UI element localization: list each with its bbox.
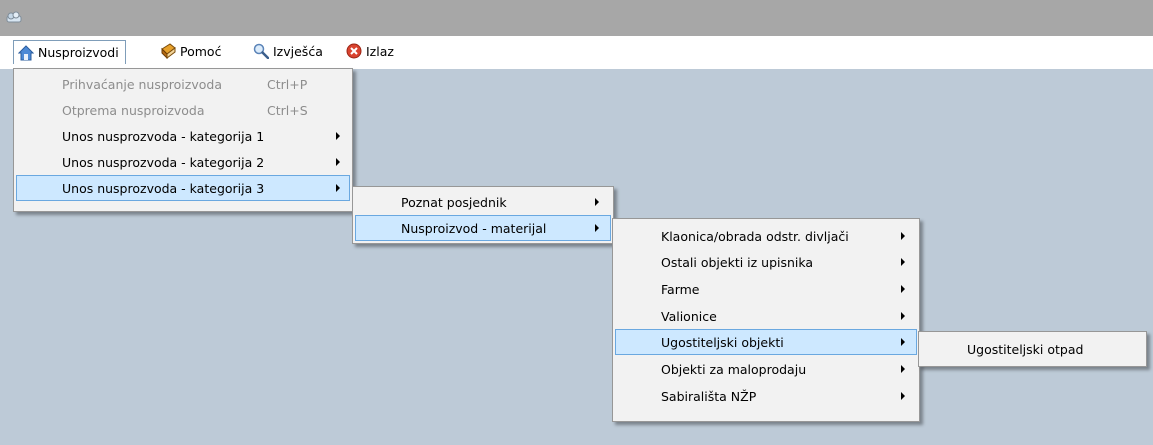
menu-item-valionice[interactable]: Valionice [615,303,917,329]
menu-item-label: Prihvaćanje nusproizvoda [62,76,222,92]
menu-item-klaonica[interactable]: Klaonica/obrada odstr. divljači [615,223,917,249]
menu-nusproizvodi-label: Nusproizvodi [38,45,119,60]
app-icon [6,11,22,23]
magnifier-icon [253,43,269,59]
menu-item-label: Ostali objekti iz upisnika [661,254,814,270]
ugostiteljski-objekti-submenu: Ugostiteljski otpad [918,331,1147,367]
book-icon [161,43,176,59]
menu-item-label: Nusproizvod - materijal [401,220,547,236]
menu-item-ostali-objekti[interactable]: Ostali objekti iz upisnika [615,249,917,275]
title-bar [0,0,1153,36]
kategorija-3-submenu: Poznat posjednik Nusproizvod - materijal [352,186,614,244]
menu-item-nusproizvod-materijal[interactable]: Nusproizvod - materijal [355,215,611,241]
menu-item-label: Klaonica/obrada odstr. divljači [661,228,849,244]
menu-item-label: Ugostiteljski objekti [661,334,784,350]
menu-izlaz[interactable]: Izlaz [342,40,400,62]
menu-item-label: Unos nusprozvoda - kategorija 3 [62,180,265,196]
menu-item-kategorija-1[interactable]: Unos nusprozvoda - kategorija 1 [16,123,350,149]
nusproizvodi-dropdown: Prihvaćanje nusproizvoda Ctrl+P Otprema … [13,68,353,212]
submenu-arrow-icon [595,198,599,206]
menu-bar: Nusproizvodi Pomoć Izvješća Izlaz [0,36,1153,69]
menu-item-ugostiteljski-otpad[interactable]: Ugostiteljski otpad [921,336,1144,362]
menu-pomoc[interactable]: Pomoć [156,40,227,62]
submenu-arrow-icon [901,232,905,240]
menu-izvjesca[interactable]: Izvješća [249,40,329,62]
menu-item-label: Otprema nusproizvoda [62,102,205,118]
submenu-arrow-icon [901,338,905,346]
menu-item-kategorija-3[interactable]: Unos nusprozvoda - kategorija 3 [16,175,350,201]
house-icon [18,44,34,60]
submenu-arrow-icon [595,224,599,232]
menu-item-label: Objekti za maloprodaju [661,361,807,377]
menu-item-prihvacanje[interactable]: Prihvaćanje nusproizvoda Ctrl+P [16,71,350,97]
submenu-arrow-icon [901,312,905,320]
menu-item-otprema[interactable]: Otprema nusproizvoda Ctrl+S [16,97,350,123]
menu-item-maloprodaja[interactable]: Objekti za maloprodaju [615,356,917,382]
menu-izvjesca-label: Izvješća [273,43,323,59]
submenu-arrow-icon [901,285,905,293]
menu-item-label: Unos nusprozvoda - kategorija 2 [62,154,265,170]
menu-izlaz-label: Izlaz [366,43,394,59]
submenu-arrow-icon [336,132,340,140]
menu-item-ugostiteljski-objekti[interactable]: Ugostiteljski objekti [615,329,917,355]
submenu-arrow-icon [901,258,905,266]
menu-item-label: Sabirališta NŽP [661,388,757,404]
menu-nusproizvodi[interactable]: Nusproizvodi [13,40,126,64]
shortcut-label: Ctrl+P [267,76,308,92]
shortcut-label: Ctrl+S [267,102,308,118]
menu-item-label: Farme [661,281,700,297]
menu-item-farme[interactable]: Farme [615,276,917,302]
submenu-arrow-icon [901,365,905,373]
nusproizvod-materijal-submenu: Klaonica/obrada odstr. divljači Ostali o… [612,218,920,422]
submenu-arrow-icon [901,392,905,400]
exit-icon [346,43,362,59]
menu-item-label: Unos nusprozvoda - kategorija 1 [62,128,265,144]
menu-item-label: Poznat posjednik [401,194,507,210]
menu-item-sabiralista[interactable]: Sabirališta NŽP [615,383,917,409]
submenu-arrow-icon [336,184,340,192]
menu-item-kategorija-2[interactable]: Unos nusprozvoda - kategorija 2 [16,149,350,175]
menu-item-poznat-posjednik[interactable]: Poznat posjednik [355,189,611,215]
submenu-arrow-icon [336,158,340,166]
menu-item-label: Ugostiteljski otpad [967,341,1084,357]
menu-pomoc-label: Pomoć [180,43,222,59]
menu-item-label: Valionice [661,308,717,324]
